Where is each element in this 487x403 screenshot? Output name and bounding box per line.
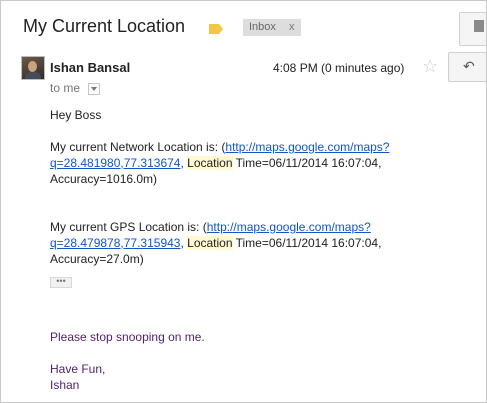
inbox-label-chip[interactable]: Inbox x — [243, 19, 301, 36]
network-accuracy: Accuracy=1016.0m) — [50, 172, 158, 186]
signoff-text: Have Fun, — [50, 362, 106, 376]
network-location-line2: q=28.481980,77.313674, Location Time=06/… — [50, 155, 381, 171]
signature-text: Ishan — [50, 378, 80, 392]
gps-time-text: Time=06/11/2014 16:07:04, — [232, 236, 382, 250]
email-subject: My Current Location — [23, 16, 186, 36]
reply-button[interactable]: ↶ — [448, 52, 486, 82]
label-tag-icon[interactable] — [209, 24, 223, 34]
gps-location-line1: My current GPS Location is: (http://maps… — [50, 219, 371, 235]
print-icon — [474, 20, 484, 32]
plea-text: Please stop snooping on me. — [50, 330, 205, 344]
network-time-text: Time=06/11/2014 16:07:04, — [232, 156, 382, 170]
inbox-label-text: Inbox — [249, 21, 276, 33]
network-map-link-part2[interactable]: q=28.481980,77.313674 — [50, 156, 180, 170]
gps-map-link-part2[interactable]: q=28.479878,77.315943 — [50, 236, 180, 250]
network-location-word: Location — [187, 156, 233, 170]
network-map-link-part1[interactable]: http://maps.google.com/maps? — [225, 140, 389, 154]
gps-prefix: My current GPS Location is: ( — [50, 220, 207, 234]
sender-avatar[interactable] — [21, 56, 45, 80]
email-view: My Current Location Inbox x Ishan Bansal… — [0, 0, 487, 403]
gps-map-link-part1[interactable]: http://maps.google.com/maps? — [207, 220, 371, 234]
gps-accuracy: Accuracy=27.0m) — [50, 252, 144, 266]
network-prefix: My current Network Location is: ( — [50, 140, 226, 154]
network-location-line1: My current Network Location is: (http://… — [50, 139, 389, 155]
show-details-dropdown[interactable] — [88, 83, 100, 95]
print-button[interactable] — [459, 12, 486, 46]
gps-location-word: Location — [187, 236, 233, 250]
reply-icon: ↶ — [463, 58, 475, 74]
sender-name[interactable]: Ishan Bansal — [50, 60, 130, 75]
show-trimmed-content-button[interactable]: ••• — [50, 277, 72, 288]
remove-label-button[interactable]: x — [289, 19, 295, 36]
greeting-text: Hey Boss — [50, 108, 102, 122]
gps-location-line2: q=28.479878,77.315943, Location Time=06/… — [50, 235, 381, 251]
avatar-shirt — [25, 72, 41, 79]
star-icon[interactable]: ☆ — [422, 56, 438, 76]
recipient-text: to me — [50, 81, 81, 95]
avatar-face — [28, 61, 37, 72]
email-timestamp: 4:08 PM (0 minutes ago) — [273, 61, 405, 75]
